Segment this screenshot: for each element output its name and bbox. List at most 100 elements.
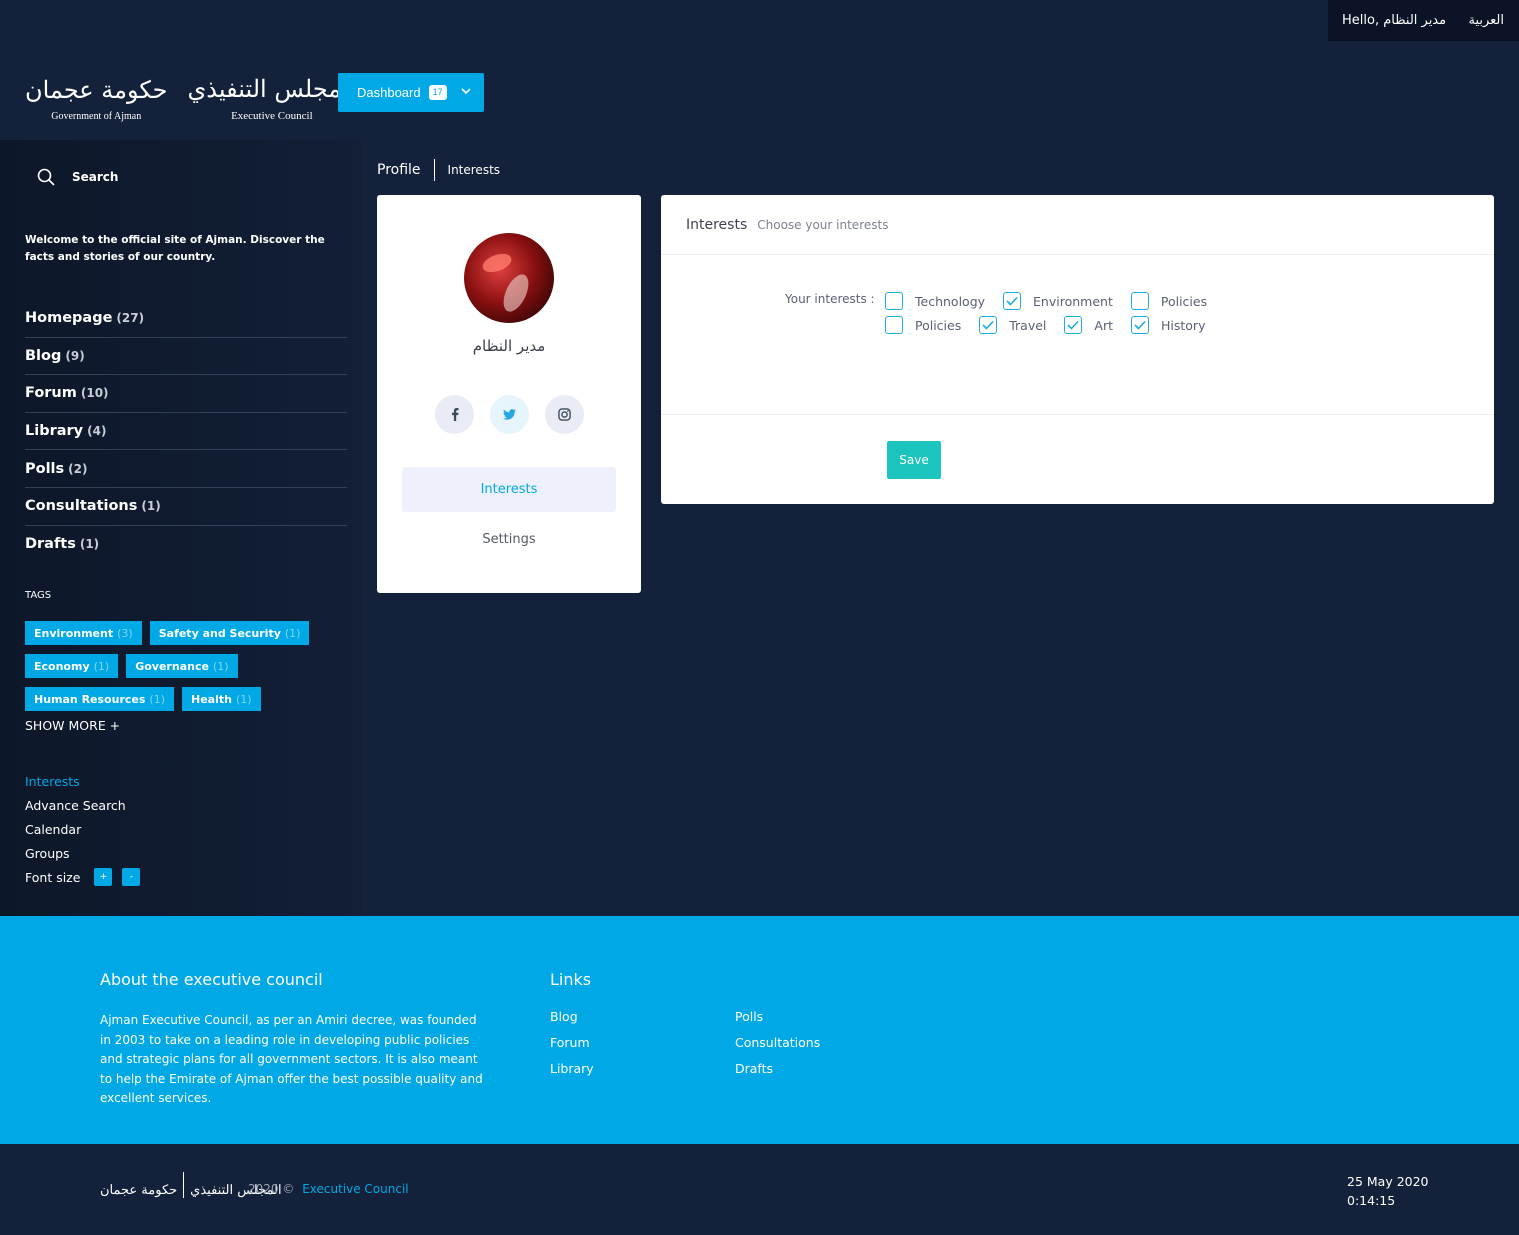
nav-count: (2) — [68, 461, 88, 476]
checkbox-empty-icon[interactable] — [885, 316, 903, 334]
nav-item-homepage[interactable]: Homepage (27) — [25, 300, 347, 338]
link-advance-search[interactable]: Advance Search — [25, 793, 140, 817]
twitter-icon[interactable] — [490, 395, 529, 434]
interests-card: Interests Choose your interests Your int… — [661, 195, 1494, 504]
search-button[interactable]: Search — [25, 168, 118, 186]
breadcrumb: Profile Interests — [377, 158, 500, 182]
tag-governance[interactable]: Governance (1) — [126, 654, 238, 678]
interest-checkbox-art[interactable]: Art — [1064, 316, 1113, 334]
footer-links: Blog Polls Forum Consultations Library D… — [550, 1009, 855, 1087]
interest-checkbox-environment[interactable]: Environment — [1003, 292, 1113, 310]
footer-logo-gov: حكومة عجمان — [100, 1183, 178, 1198]
footer-link-drafts[interactable]: Drafts — [735, 1061, 855, 1087]
profile-card: مدير النظام Interests Settings — [377, 195, 641, 593]
footer-about-text: Ajman Executive Council, as per an Amiri… — [100, 1013, 483, 1105]
interests-label: Your interests : — [785, 292, 875, 306]
tag-health[interactable]: Health (1) — [182, 687, 261, 711]
search-label: Search — [72, 170, 119, 184]
show-more-tags[interactable]: SHOW MORE + — [25, 718, 120, 733]
sidebar-links: Interests Advance Search Calendar Groups… — [25, 769, 141, 889]
checkbox-checked-icon[interactable] — [1064, 316, 1083, 334]
date-time: 25 May 2020 0:14:15 — [1347, 1172, 1429, 1210]
logo-council-english: Executive Council — [231, 110, 313, 122]
user-greeting[interactable]: Hello, مدير النظام — [1342, 13, 1446, 28]
footer-link-library[interactable]: Library — [550, 1061, 735, 1087]
profile-menu-interests[interactable]: Interests — [402, 467, 616, 512]
current-date: 25 May 2020 — [1347, 1174, 1429, 1189]
save-button[interactable]: Save — [887, 441, 941, 479]
link-interests[interactable]: Interests — [25, 769, 140, 793]
language-switch[interactable]: العربية — [1468, 13, 1504, 28]
current-time: 0:14:15 — [1347, 1193, 1396, 1208]
footer-link-polls[interactable]: Polls — [735, 1009, 855, 1035]
checkbox-checked-icon[interactable] — [1131, 316, 1149, 334]
interest-checkbox-policies[interactable]: Policies — [885, 316, 961, 334]
footer-link-consultations[interactable]: Consultations — [735, 1035, 855, 1061]
nav-item-consultations[interactable]: Consultations (1) — [25, 488, 347, 526]
profile-name: مدير النظام — [472, 337, 546, 355]
nav-item-drafts[interactable]: Drafts (1) — [25, 526, 347, 564]
footer-link-forum[interactable]: Forum — [550, 1035, 735, 1061]
nav-item-forum[interactable]: Forum (10) — [25, 375, 347, 413]
interest-label: History — [1161, 317, 1206, 333]
tag-count: (1) — [235, 692, 252, 706]
font-increase-button[interactable]: + — [94, 868, 113, 886]
top-bar: Hello, مدير النظام العربية — [1328, 0, 1519, 41]
nav-item-polls[interactable]: Polls (2) — [25, 450, 347, 488]
avatar — [464, 233, 554, 323]
interest-checkbox-travel[interactable]: Travel — [979, 316, 1046, 334]
interest-label: Policies — [1160, 293, 1208, 309]
nav-label: Drafts — [25, 536, 76, 553]
footer-links-title: Links — [550, 970, 592, 989]
copyright-text: 2020 © — [248, 1182, 295, 1196]
checkbox-checked-icon[interactable] — [979, 316, 998, 334]
logo-council-arabic: المجلس التنفيذي — [187, 75, 357, 103]
tag-label: Health — [191, 692, 232, 706]
bottom-bar: حكومة عجمان المجلس التنفيذي 2020 © Execu… — [0, 1144, 1519, 1235]
tag-count: (1) — [212, 659, 229, 673]
footer: About the executive council Ajman Execut… — [0, 916, 1519, 1144]
interest-checkbox-policies[interactable]: Policies — [1130, 292, 1208, 310]
tag-count: (1) — [284, 626, 301, 640]
nav-count: (27) — [116, 311, 145, 326]
tag-human-resources[interactable]: Human Resources (1) — [25, 687, 174, 711]
tag-safety-and-security[interactable]: Safety and Security (1) — [149, 621, 310, 645]
executive-council-link[interactable]: Executive Council — [302, 1182, 408, 1196]
font-decrease-button[interactable]: - — [122, 868, 141, 886]
font-size-control: Font size + - — [25, 865, 141, 889]
logo-gov-arabic: حكومة عجمان — [25, 76, 168, 104]
nav-item-blog[interactable]: Blog (9) — [25, 338, 347, 376]
interests-subtitle: Choose your interests — [757, 217, 889, 232]
facebook-icon[interactable] — [435, 395, 474, 434]
nav-label: Library — [25, 423, 84, 440]
nav-label: Homepage — [25, 310, 113, 327]
nav-label: Consultations — [25, 498, 138, 515]
nav-item-library[interactable]: Library (4) — [25, 413, 347, 451]
checkbox-empty-icon[interactable] — [885, 292, 903, 310]
tag-label: Environment — [34, 626, 114, 640]
footer-link-blog[interactable]: Blog — [550, 1009, 735, 1035]
tag-economy[interactable]: Economy (1) — [25, 654, 119, 678]
checkbox-checked-icon[interactable] — [1003, 292, 1022, 310]
link-groups[interactable]: Groups — [25, 841, 140, 865]
checkbox-empty-icon[interactable] — [1130, 292, 1149, 310]
interests-row-2: Policies Travel Art History — [885, 313, 1225, 337]
interest-label: Policies — [915, 317, 962, 333]
font-size-label: Font size — [25, 869, 81, 885]
profile-menu-settings[interactable]: Settings — [402, 517, 616, 562]
tag-count: (1) — [149, 692, 165, 706]
interests-title: Interests — [686, 216, 748, 233]
breadcrumb-profile[interactable]: Profile — [377, 159, 435, 181]
nav-count: (9) — [65, 348, 85, 363]
dashboard-button[interactable]: Dashboard 17 — [338, 73, 484, 112]
interest-checkbox-technology[interactable]: Technology — [885, 292, 985, 310]
link-calendar[interactable]: Calendar — [25, 817, 140, 841]
instagram-icon[interactable] — [545, 395, 584, 434]
interest-label: Environment — [1033, 293, 1113, 309]
tag-environment[interactable]: Environment (3) — [25, 621, 142, 645]
interest-checkbox-history[interactable]: History — [1131, 316, 1205, 334]
breadcrumb-current: Interests — [447, 163, 501, 177]
site-logo[interactable]: حكومة عجمان Government of Ajman المجلس ا… — [25, 60, 356, 122]
nav-count: (1) — [141, 499, 161, 514]
interests-form: Your interests : Technology Environment Po… — [785, 289, 1225, 337]
